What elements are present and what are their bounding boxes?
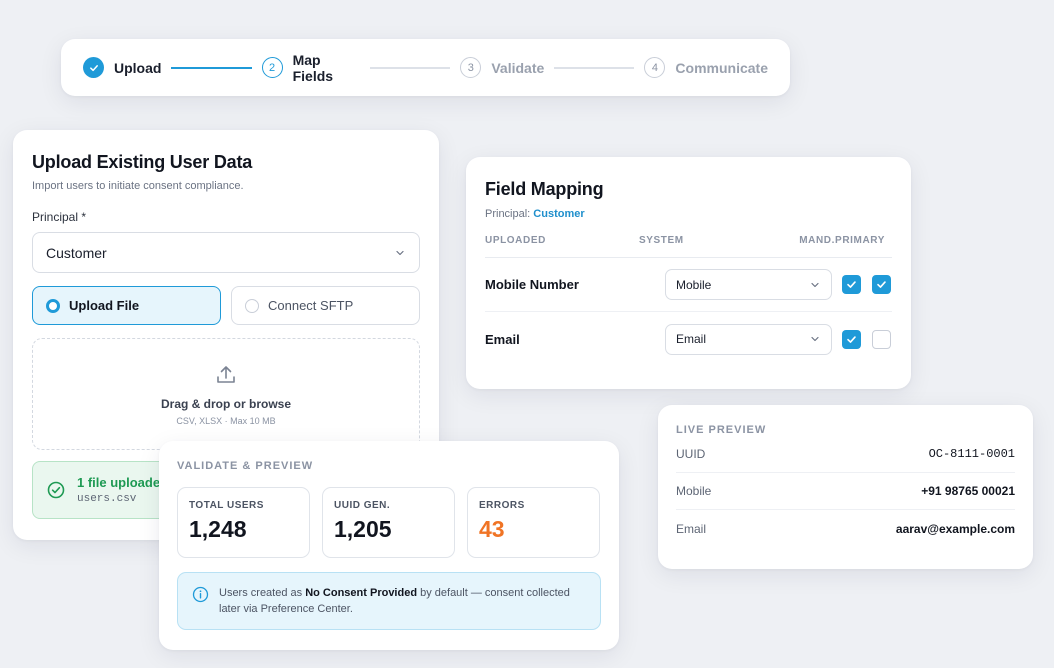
uploaded-filename: users.csv — [77, 493, 137, 505]
connect-sftp-label: Connect SFTP — [268, 298, 354, 313]
header-primary: PRIMARY — [835, 235, 885, 246]
field-mapping-card: Field Mapping Principal: Customer UPLOAD… — [466, 157, 911, 389]
preview-row: Email aarav@example.com — [676, 510, 1015, 547]
primary-checkbox[interactable] — [872, 329, 891, 349]
check-icon — [847, 335, 856, 343]
preview-list: UUID OC-8111-0001 Mobile +91 98765 00021… — [676, 436, 1015, 547]
step-connector — [171, 66, 252, 69]
principal-select[interactable]: Customer — [32, 232, 420, 273]
info-prefix: Users created as — [219, 587, 306, 599]
step-map-fields[interactable]: 2 Map Fields — [261, 51, 361, 84]
step-number: 3 — [460, 57, 482, 78]
stat-label: TOTAL USERS — [189, 500, 264, 511]
check-icon — [83, 57, 104, 78]
preview-label: LIVE PREVIEW — [676, 424, 767, 436]
principal-label: Principal * — [32, 210, 87, 224]
stat-total-users: TOTAL USERS 1,248 — [177, 487, 310, 558]
file-dropzone[interactable]: Drag & drop or browse CSV, XLSX · Max 10… — [32, 338, 420, 450]
step-connector — [370, 66, 451, 69]
preview-row: Mobile +91 98765 00021 — [676, 473, 1015, 510]
system-field-value: Mobile — [676, 277, 712, 292]
live-preview-card: LIVE PREVIEW UUID OC-8111-0001 Mobile +9… — [658, 405, 1033, 569]
mapping-title: Field Mapping — [485, 179, 604, 199]
uploaded-field: Email — [485, 331, 520, 347]
mapping-header: UPLOADED SYSTEM MAND. PRIMARY — [485, 235, 892, 258]
stat-label: UUID GEN. — [334, 500, 391, 511]
upload-file-option[interactable]: Upload File — [32, 286, 221, 325]
step-label: Upload — [114, 59, 162, 76]
preview-key: UUID — [676, 447, 706, 461]
step-number: 2 — [261, 57, 283, 78]
system-field-select[interactable]: Mobile — [665, 269, 832, 300]
primary-checkbox[interactable] — [872, 275, 891, 294]
preview-key: Email — [676, 521, 707, 536]
header-mandatory: MAND. — [799, 235, 835, 246]
dropzone-title: Drag & drop or browse — [160, 396, 291, 411]
radio-selected-icon — [46, 298, 60, 313]
validate-label: VALIDATE & PREVIEW — [177, 460, 314, 472]
consent-info-banner: Users created as No Consent Provided by … — [177, 572, 601, 630]
upload-icon — [217, 365, 235, 383]
principal-value: Customer — [533, 208, 585, 220]
uploaded-field: Mobile Number — [485, 277, 579, 292]
upload-title: Upload Existing User Data — [32, 152, 253, 172]
radio-unselected-icon — [245, 298, 259, 313]
step-validate[interactable]: 3 Validate — [460, 57, 544, 78]
step-label: Validate — [491, 59, 545, 76]
preview-row: UUID OC-8111-0001 — [676, 436, 1015, 473]
step-upload[interactable]: Upload — [83, 57, 161, 78]
upload-file-label: Upload File — [69, 298, 140, 313]
check-icon — [877, 281, 886, 288]
step-label: Map Fields — [292, 51, 334, 84]
info-icon — [192, 586, 209, 603]
uploaded-count: 1 file uploaded — [77, 475, 169, 490]
check-circle-icon — [47, 481, 65, 499]
preview-value: aarav@example.com — [895, 521, 1015, 536]
principal-prefix: Principal: — [485, 208, 534, 220]
preview-value: +91 98765 00021 — [921, 484, 1015, 498]
mapping-row: Email Email — [485, 312, 892, 366]
header-system: SYSTEM — [639, 235, 684, 246]
info-bold: No Consent Provided — [305, 587, 418, 599]
stat-value: 43 — [479, 516, 505, 542]
preview-value: OC-8111-0001 — [928, 447, 1015, 461]
stat-value: 1,205 — [334, 516, 392, 542]
validate-preview-card: VALIDATE & PREVIEW TOTAL USERS 1,248 UUI… — [159, 441, 619, 650]
stats-row: TOTAL USERS 1,248 UUID GEN. 1,205 ERRORS… — [177, 487, 601, 558]
mandatory-checkbox[interactable] — [842, 329, 861, 349]
system-field-select[interactable]: Email — [665, 323, 832, 355]
step-connector — [554, 66, 635, 69]
preview-key: Mobile — [676, 484, 712, 498]
stat-uuid-generated: UUID GEN. 1,205 — [322, 487, 455, 558]
mapping-principal: Principal: Customer — [485, 208, 892, 220]
upload-subtitle: Import users to initiate consent complia… — [32, 180, 244, 192]
mandatory-checkbox[interactable] — [842, 275, 861, 294]
step-communicate[interactable]: 4 Communicate — [644, 57, 768, 78]
chevron-down-icon — [394, 247, 406, 259]
source-toggle: Upload File Connect SFTP — [32, 286, 420, 325]
mapping-row: Mobile Number Mobile — [485, 258, 892, 312]
chevron-down-icon — [809, 279, 821, 291]
stat-label: ERRORS — [479, 500, 525, 511]
info-text: Users created as No Consent Provided by … — [219, 585, 586, 617]
system-field-value: Email — [676, 332, 707, 346]
dropzone-hint: CSV, XLSX · Max 10 MB — [176, 415, 276, 426]
stat-errors[interactable]: ERRORS 43 — [467, 487, 600, 558]
step-label: Communicate — [675, 59, 768, 76]
connect-sftp-option[interactable]: Connect SFTP — [231, 286, 420, 325]
chevron-down-icon — [809, 333, 821, 345]
header-uploaded: UPLOADED — [485, 235, 546, 246]
progress-stepper: Upload 2 Map Fields 3 Validate 4 Communi… — [61, 39, 790, 96]
check-icon — [847, 281, 856, 288]
step-number: 4 — [644, 57, 666, 78]
stat-value: 1,248 — [189, 516, 247, 542]
principal-value: Customer — [46, 244, 107, 261]
